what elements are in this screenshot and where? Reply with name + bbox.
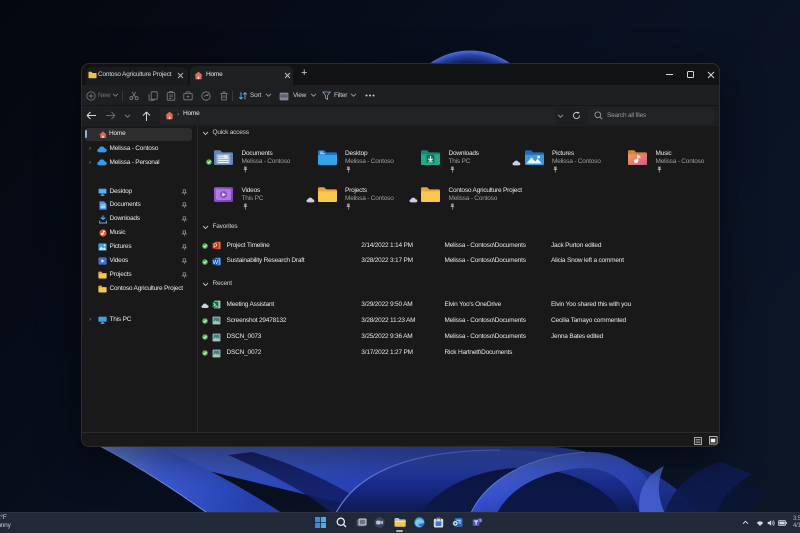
svg-text:W: W [212,260,218,266]
svg-text:P: P [213,243,217,250]
